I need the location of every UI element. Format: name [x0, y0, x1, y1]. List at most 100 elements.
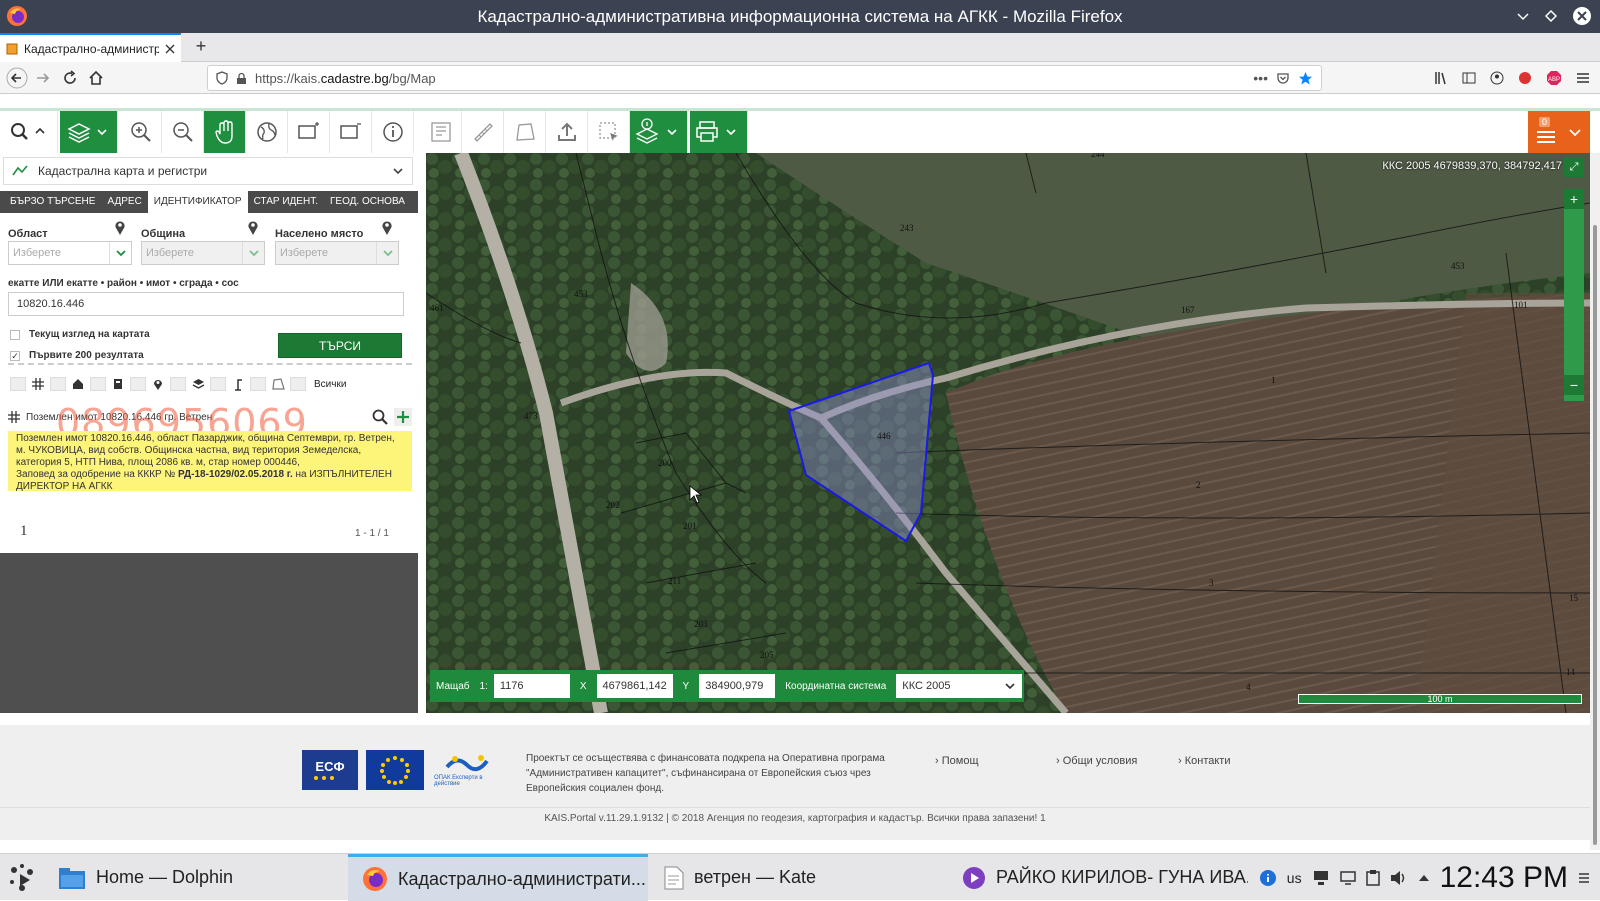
filter-checkbox[interactable]	[130, 377, 146, 391]
pan-hand-button[interactable]	[204, 111, 246, 153]
select-area-button[interactable]	[588, 111, 630, 153]
extension-icon[interactable]	[1518, 71, 1532, 85]
settlement-select[interactable]: Изберете	[275, 241, 399, 265]
info-button[interactable]	[372, 111, 414, 153]
identifier-input[interactable]: 10820.16.446	[8, 292, 404, 316]
filter-all-checkbox[interactable]	[290, 377, 306, 391]
network-icon[interactable]	[1312, 870, 1330, 886]
municipality-pin-icon[interactable]	[247, 220, 259, 236]
browser-tab[interactable]: Кадастрално-администр	[0, 33, 181, 62]
footer-link-help[interactable]: › Помощ	[935, 755, 979, 767]
globe-button[interactable]	[246, 111, 288, 153]
settlement-pin-icon[interactable]	[381, 220, 393, 236]
layers-icon[interactable]	[188, 375, 208, 393]
layers-button[interactable]	[60, 111, 118, 153]
result-title[interactable]: Поземлен имот 10820.16.446 гр. Ветрен	[26, 412, 366, 423]
survey-marker-icon[interactable]	[228, 375, 248, 393]
search-toggle-button[interactable]	[0, 111, 58, 153]
new-tab-icon[interactable]: +	[190, 36, 212, 57]
task-media-player[interactable]: РАЙКО КИРИЛОВ- ГУНА ИВА...	[948, 854, 1248, 901]
home-icon[interactable]	[88, 70, 104, 86]
clipboard-icon[interactable]	[1365, 869, 1380, 886]
scale-input[interactable]: 1176	[493, 674, 570, 698]
search-button[interactable]: ТЪРСИ	[278, 333, 402, 358]
info-tray-icon[interactable]	[1259, 869, 1277, 887]
footer-link-contacts[interactable]: › Контакти	[1178, 755, 1231, 767]
next-extent-button[interactable]	[330, 111, 372, 153]
page-scrollbar[interactable]	[1590, 153, 1600, 850]
fullscreen-icon[interactable]: ⤢	[1564, 157, 1584, 177]
legend-button[interactable]	[420, 111, 462, 153]
filter-checkbox[interactable]	[90, 377, 106, 391]
maximize-icon[interactable]	[1544, 9, 1558, 23]
task-firefox[interactable]: Кадастрално-администрати...	[348, 854, 648, 901]
first200-checkbox[interactable]: ✓	[10, 351, 20, 361]
tab-quick-search[interactable]: БЪРЗО ТЪРСЕНЕ	[0, 191, 101, 213]
grid-icon[interactable]	[28, 375, 48, 393]
result-order-link[interactable]: РД-18-1029/02.05.2018 г.	[178, 469, 293, 480]
zoom-slider[interactable]	[1564, 193, 1584, 401]
user-menu-button[interactable]: 0	[1528, 111, 1590, 153]
measure-area-button[interactable]	[504, 111, 546, 153]
keyboard-layout[interactable]: us	[1287, 870, 1302, 886]
volume-icon[interactable]	[1390, 870, 1408, 886]
close-window-icon[interactable]	[1572, 6, 1592, 26]
zoom-in-button[interactable]	[120, 111, 162, 153]
filter-checkbox[interactable]	[250, 377, 266, 391]
forward-icon[interactable]	[35, 70, 51, 86]
identify-layer-button[interactable]	[630, 111, 688, 153]
url-text[interactable]: https://kais.cadastre.bg/bg/Map	[255, 71, 436, 86]
menu-icon[interactable]	[1576, 71, 1590, 85]
display-icon[interactable]	[1339, 870, 1356, 886]
polygon-icon[interactable]	[268, 375, 288, 393]
add-result-icon[interactable]	[394, 408, 412, 426]
pocket-icon[interactable]	[1276, 71, 1290, 85]
lock-icon[interactable]	[236, 72, 247, 85]
task-kate[interactable]: ветрен — Kate	[650, 854, 946, 901]
tray-expand-icon[interactable]	[1418, 873, 1430, 883]
filter-checkbox[interactable]	[50, 377, 66, 391]
y-coordinate-input[interactable]: 384900,979	[699, 674, 776, 698]
sidebar-icon[interactable]	[1462, 71, 1476, 85]
clock[interactable]: 12:43 PM	[1440, 861, 1568, 895]
tab-identifier[interactable]: ИДЕНТИФИКАТОР	[147, 191, 248, 213]
filter-checkbox[interactable]	[210, 377, 226, 391]
page-actions-icon[interactable]: •••	[1253, 70, 1268, 86]
map-view[interactable]: 244 243 461 453 473 167 101 453 446 1 200 202 201…	[426, 153, 1590, 713]
shield-icon[interactable]	[216, 71, 228, 85]
measure-distance-button[interactable]	[462, 111, 504, 153]
address-bar[interactable]: https://kais.cadastre.bg/bg/Map •••	[207, 65, 1322, 91]
filter-checkbox[interactable]	[10, 377, 26, 391]
x-coordinate-input[interactable]: 4679861,142	[596, 674, 673, 698]
minimize-icon[interactable]	[1516, 9, 1530, 23]
library-icon[interactable]	[1434, 71, 1448, 85]
filter-checkbox[interactable]	[170, 377, 186, 391]
pagination-page[interactable]: 1	[20, 523, 28, 540]
municipality-select[interactable]: Изберете	[141, 241, 265, 265]
zoom-out-map-button[interactable]: −	[1564, 375, 1584, 395]
tab-address[interactable]: АДРЕС	[101, 191, 147, 213]
zoom-to-result-icon[interactable]	[372, 409, 388, 425]
print-button[interactable]	[690, 111, 748, 153]
task-dolphin[interactable]: Home — Dolphin	[44, 854, 344, 901]
current-view-checkbox[interactable]	[10, 330, 20, 340]
bookmark-star-icon[interactable]	[1298, 71, 1313, 86]
tab-old-identifier[interactable]: СТАР ИДЕНТ.	[248, 191, 324, 213]
zoom-in-map-button[interactable]: +	[1564, 189, 1584, 209]
close-tab-icon[interactable]	[165, 44, 175, 54]
adblock-icon[interactable]: ABP	[1546, 70, 1562, 86]
tab-geodetic-base[interactable]: ГЕОД. ОСНОВА	[324, 191, 411, 213]
upload-button[interactable]	[546, 111, 588, 153]
taskbar-menu-icon[interactable]	[1578, 871, 1590, 885]
dataset-select[interactable]: Кадастрална карта и регистри	[3, 157, 413, 185]
crs-select[interactable]: ККС 2005	[896, 674, 1023, 698]
document-icon[interactable]	[108, 375, 128, 393]
previous-extent-button[interactable]	[288, 111, 330, 153]
footer-link-terms[interactable]: › Общи условия	[1056, 755, 1137, 767]
account-icon[interactable]	[1490, 71, 1504, 85]
region-select[interactable]: Изберете	[8, 241, 132, 265]
scrollbar-thumb[interactable]	[1593, 225, 1597, 845]
zoom-out-button[interactable]	[162, 111, 204, 153]
app-launcher-icon[interactable]	[6, 862, 38, 894]
reload-icon[interactable]	[62, 70, 78, 86]
